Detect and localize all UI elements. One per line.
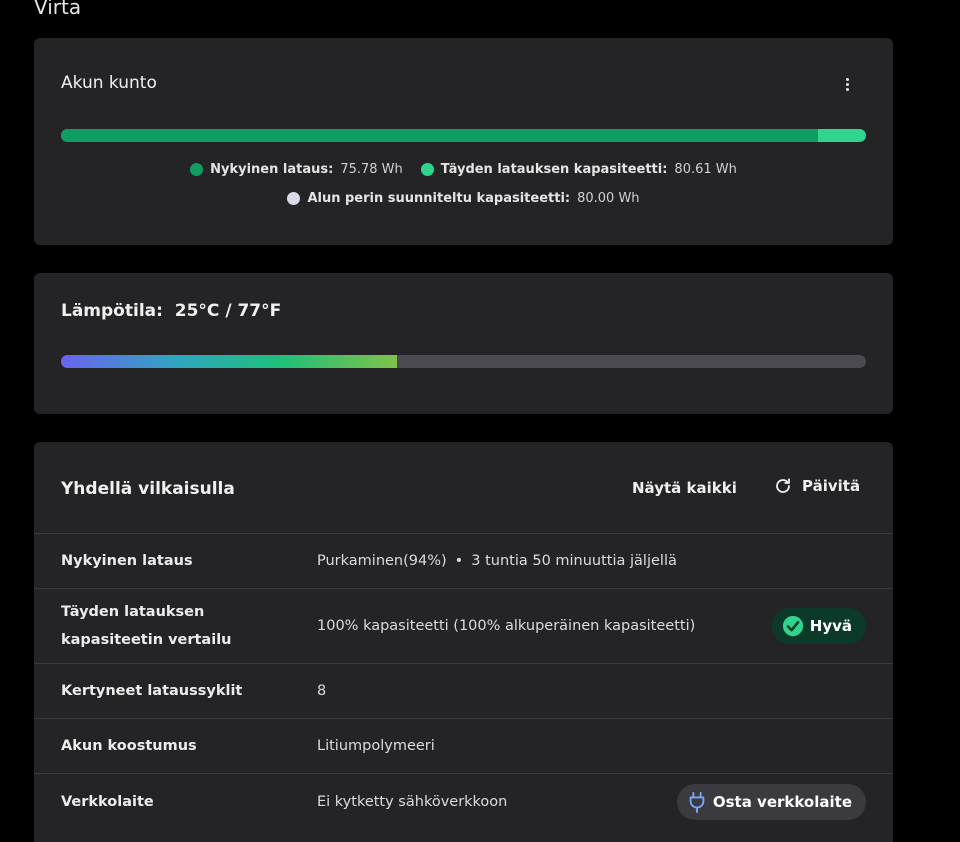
refresh-button[interactable]: Päivitä	[774, 477, 860, 495]
table-row-current-charge: Nykyinen lataus Purkaminen(94%) • 3 tuntia…	[34, 534, 893, 589]
page-title: Virta	[34, 0, 82, 19]
battery-health-card: Akun kunto Nykyinen lataus: 75.78 Wh Täy…	[34, 38, 893, 245]
legend-full-capacity: Täyden latauksen kapasiteetti: 80.61 Wh	[420, 162, 737, 177]
current-charge-dot	[190, 163, 204, 176]
at-a-glance-card: Yhdellä vilkaisulla Näytä kaikki Päivitä…	[34, 442, 893, 842]
refresh-label: Päivitä	[802, 477, 861, 495]
separator: •	[454, 553, 464, 569]
legend-current-charge: Nykyinen lataus: 75.78 Wh	[190, 162, 403, 177]
row-value: Ei kytketty sähköverkkoon	[317, 794, 508, 810]
legend-value: 75.78 Wh	[340, 162, 403, 177]
temperature-label: Lämpötila:	[61, 301, 163, 321]
temperature-fill	[61, 355, 397, 368]
row-value: 8	[317, 683, 327, 699]
legend-value: 80.00 Wh	[577, 191, 640, 206]
row-value: Purkaminen(94%) • 3 tuntia 50 minuuttia jä…	[317, 553, 677, 569]
at-a-glance-title: Yhdellä vilkaisulla	[61, 479, 235, 499]
show-all-button[interactable]: Näytä kaikki	[632, 479, 737, 497]
battery-health-title: Akun kunto	[61, 73, 157, 93]
buy-adapter-label: Osta verkkolaite	[712, 793, 852, 811]
row-label: Kertyneet lataussyklit	[61, 683, 243, 699]
status-badge: Hyvä	[771, 608, 866, 644]
table-row-capacity-comparison: Täyden latauksen kapasiteetin vertailu 1…	[34, 589, 893, 664]
temperature-value: 25°C / 77°F	[174, 301, 282, 321]
badge-label: Hyvä	[809, 617, 852, 635]
row-label: Nykyinen lataus	[61, 553, 193, 569]
table-row-charge-cycles: Kertyneet lataussyklit 8	[34, 664, 893, 719]
legend-label: Nykyinen lataus:	[210, 162, 334, 177]
time-remaining: 3 tuntia 50 minuuttia jäljellä	[471, 553, 677, 569]
legend-label: Alun perin suunniteltu kapasiteetti:	[307, 191, 571, 206]
buy-adapter-button[interactable]: Osta verkkolaite	[676, 784, 866, 820]
design-capacity-dot	[287, 192, 301, 205]
refresh-icon	[776, 478, 790, 493]
legend-design-capacity: Alun perin suunniteltu kapasiteetti: 80.…	[287, 191, 640, 206]
battery-capacity-bar	[61, 129, 866, 142]
row-value: 100% kapasiteetti (100% alkuperäinen kap…	[317, 618, 696, 634]
discharge-status: Purkaminen(94%)	[317, 553, 447, 569]
legend-row: Nykyinen lataus: 75.78 Wh Täyden latauks…	[34, 162, 893, 177]
full-capacity-dot	[420, 163, 434, 176]
check-circle-icon	[782, 615, 803, 637]
temperature-bar	[61, 355, 866, 368]
table-row-ac-adapter: Verkkolaite Ei kytketty sähköverkkoon Os…	[34, 774, 893, 834]
row-label: Täyden latauksen kapasiteetin vertailu	[61, 604, 232, 648]
at-a-glance-header: Yhdellä vilkaisulla Näytä kaikki Päivitä	[34, 442, 893, 534]
legend-row: Alun perin suunniteltu kapasiteetti: 80.…	[34, 191, 893, 206]
plug-icon	[689, 791, 705, 813]
temperature-card: Lämpötila: 25°C / 77°F	[34, 273, 893, 414]
row-label: Akun koostumus	[61, 738, 197, 754]
table-row-battery-chemistry: Akun koostumus Litiumpolymeeri	[34, 719, 893, 774]
row-value: Litiumpolymeeri	[317, 738, 435, 754]
legend-label: Täyden latauksen kapasiteetti:	[440, 162, 668, 177]
more-options-icon[interactable]	[839, 74, 855, 94]
temperature-heading: Lämpötila: 25°C / 77°F	[61, 301, 281, 321]
row-label: Verkkolaite	[61, 794, 154, 810]
current-charge-fill	[61, 129, 818, 142]
legend-value: 80.61 Wh	[674, 162, 737, 177]
